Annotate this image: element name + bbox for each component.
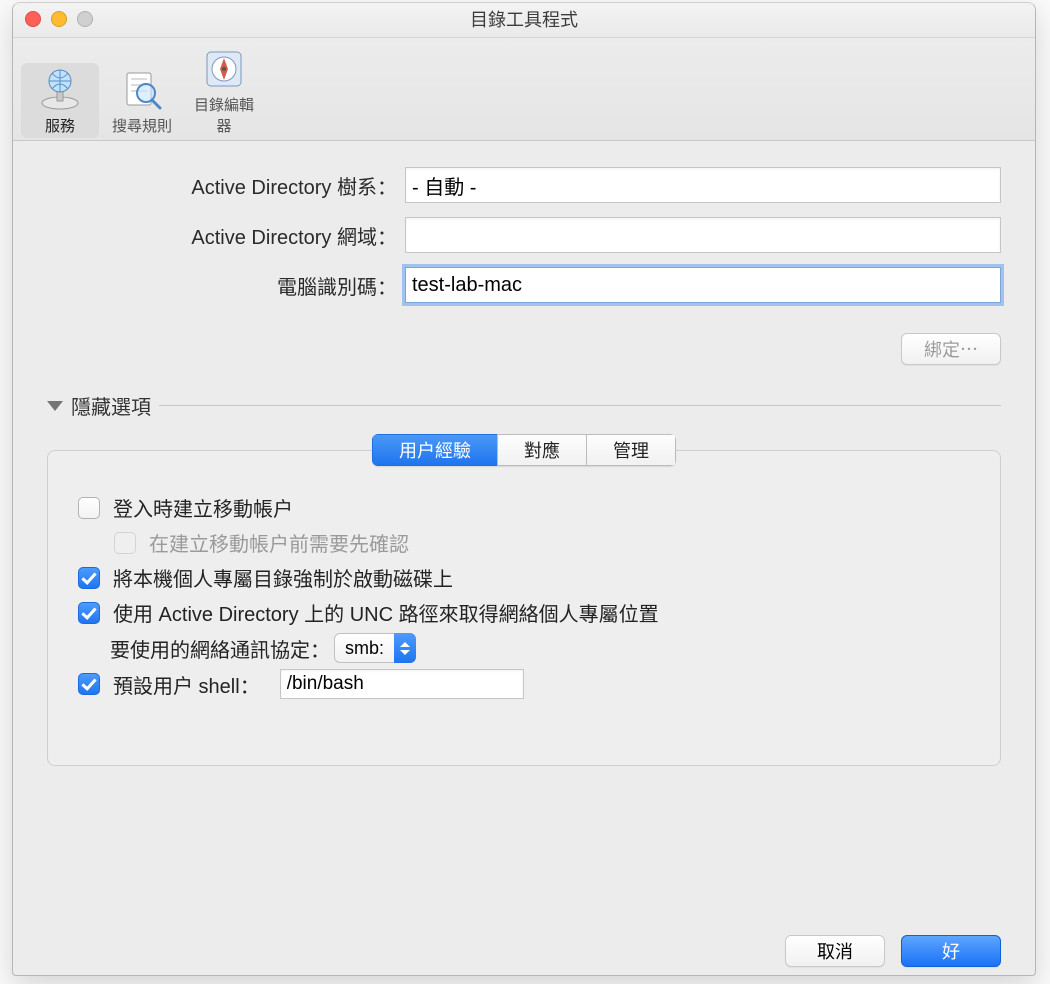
titlebar: 目錄工具程式 bbox=[13, 3, 1035, 38]
traffic-lights bbox=[25, 11, 93, 27]
toolbar-tab-label: 服務 bbox=[23, 115, 97, 136]
disclosure-hidden-options[interactable]: 隱藏選項 bbox=[47, 391, 1001, 420]
compass-icon bbox=[201, 46, 247, 92]
label-ad-forest: Active Directory 樹系： bbox=[47, 171, 405, 200]
close-window-button[interactable] bbox=[25, 11, 41, 27]
tab-mappings[interactable]: 對應 bbox=[497, 434, 586, 466]
row-computer-id: 電腦識別碼： bbox=[47, 265, 1001, 305]
minimize-window-button[interactable] bbox=[51, 11, 67, 27]
divider bbox=[159, 405, 1001, 406]
toolbar-tab-label: 目錄編輯器 bbox=[187, 94, 261, 136]
checkbox-default-shell[interactable] bbox=[78, 673, 100, 695]
toolbar: 服務 搜尋規則 bbox=[13, 38, 1035, 141]
magnifier-document-icon bbox=[119, 67, 165, 113]
toolbar-tab-directory-editor[interactable]: 目錄編輯器 bbox=[185, 42, 263, 138]
label-force-local-home: 將本機個人專屬目錄強制於啟動磁碟上 bbox=[113, 563, 453, 592]
row-network-protocol: 要使用的網絡通訊協定： smb: bbox=[110, 633, 974, 663]
label-ad-domain: Active Directory 網域： bbox=[47, 221, 405, 250]
toolbar-tab-services[interactable]: 服務 bbox=[21, 63, 99, 138]
row-confirm-mobile: 在建立移動帳户前需要先確認 bbox=[110, 528, 974, 557]
checkbox-confirm-mobile-account bbox=[114, 532, 136, 554]
input-default-shell[interactable] bbox=[280, 669, 524, 699]
toolbar-tab-search-policy[interactable]: 搜尋規則 bbox=[103, 63, 181, 138]
label-computer-id: 電腦識別碼： bbox=[47, 271, 405, 300]
row-use-unc: 使用 Active Directory 上的 UNC 路徑來取得網絡個人專屬位置 bbox=[74, 598, 974, 627]
row-force-local-home: 將本機個人專屬目錄強制於啟動磁碟上 bbox=[74, 563, 974, 592]
cancel-button[interactable]: 取消 bbox=[785, 935, 885, 967]
tabs-segmented-control: 用户經驗 對應 管理 bbox=[372, 434, 676, 466]
window-frame: 目錄工具程式 服務 bbox=[12, 2, 1036, 976]
row-ad-forest: Active Directory 樹系： bbox=[47, 165, 1001, 205]
disclosure-triangle-icon bbox=[47, 401, 63, 411]
options-panel: 登入時建立移動帳户 在建立移動帳户前需要先確認 將本機個人專屬目錄強制於啟動磁碟… bbox=[47, 450, 1001, 766]
select-network-protocol-wrap: smb: bbox=[334, 633, 416, 663]
label-use-unc-path: 使用 Active Directory 上的 UNC 路徑來取得網絡個人專屬位置 bbox=[113, 598, 659, 627]
bind-button: 綁定⋯ bbox=[901, 333, 1001, 365]
select-network-protocol[interactable]: smb: bbox=[334, 633, 416, 663]
label-network-protocol: 要使用的網絡通訊協定： bbox=[110, 634, 330, 663]
zoom-window-button bbox=[77, 11, 93, 27]
dialog-footer: 取消 好 bbox=[785, 935, 1001, 967]
row-ad-domain: Active Directory 網域： bbox=[47, 215, 1001, 255]
input-ad-domain[interactable] bbox=[405, 217, 1001, 253]
disclosure-label: 隱藏選項 bbox=[71, 391, 151, 420]
checkbox-force-local-home[interactable] bbox=[78, 567, 100, 589]
globe-server-icon bbox=[37, 67, 83, 113]
ok-button[interactable]: 好 bbox=[901, 935, 1001, 967]
label-create-mobile-account: 登入時建立移動帳户 bbox=[113, 493, 293, 522]
row-default-shell: 預設用户 shell： bbox=[74, 669, 974, 699]
label-default-shell: 預設用户 shell： bbox=[113, 670, 260, 699]
row-create-mobile: 登入時建立移動帳户 bbox=[74, 493, 974, 522]
checkbox-use-unc-path[interactable] bbox=[78, 602, 100, 624]
toolbar-tab-label: 搜尋規則 bbox=[105, 115, 179, 136]
input-computer-id[interactable] bbox=[405, 267, 1001, 303]
window-title: 目錄工具程式 bbox=[470, 10, 578, 30]
input-ad-forest[interactable] bbox=[405, 167, 1001, 203]
tab-user-experience[interactable]: 用户經驗 bbox=[372, 434, 497, 466]
tab-administrative[interactable]: 管理 bbox=[586, 434, 676, 466]
label-confirm-mobile-account: 在建立移動帳户前需要先確認 bbox=[149, 528, 409, 557]
checkbox-create-mobile-account[interactable] bbox=[78, 497, 100, 519]
